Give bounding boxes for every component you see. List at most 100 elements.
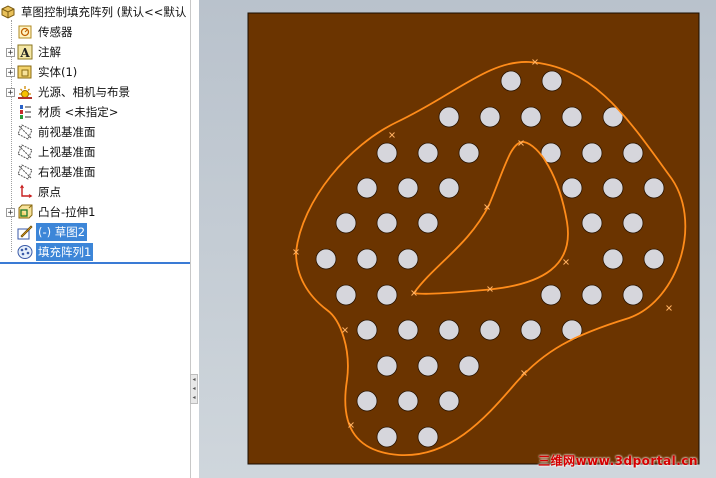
plate-face[interactable] bbox=[247, 12, 700, 465]
tree-item-right-plane[interactable]: 右视基准面 bbox=[6, 162, 190, 182]
grip-dot-icon: ◂ bbox=[192, 385, 196, 392]
rollback-bar[interactable] bbox=[0, 262, 190, 264]
pattern-hole[interactable] bbox=[417, 142, 439, 164]
pattern-hole[interactable] bbox=[356, 248, 378, 270]
tree-item-annotations[interactable]: + A 注解 bbox=[6, 42, 190, 62]
tree-item-label: 原点 bbox=[38, 185, 61, 199]
pattern-hole[interactable] bbox=[417, 212, 439, 234]
svg-text:A: A bbox=[19, 46, 30, 60]
pattern-hole[interactable] bbox=[438, 319, 460, 341]
pattern-hole[interactable] bbox=[561, 106, 583, 128]
pattern-hole[interactable] bbox=[643, 248, 665, 270]
tree-item-sketch2[interactable]: (-) 草图2 bbox=[6, 222, 190, 242]
pattern-hole[interactable] bbox=[335, 284, 357, 306]
tree-item-fill-pattern[interactable]: 填充阵列1 bbox=[6, 242, 190, 262]
pattern-hole[interactable] bbox=[479, 319, 501, 341]
pattern-hole[interactable] bbox=[315, 248, 337, 270]
tree-item-solid-bodies[interactable]: + 实体(1) bbox=[6, 62, 190, 82]
tree-item-label: 前视基准面 bbox=[38, 125, 96, 139]
pattern-hole[interactable] bbox=[602, 177, 624, 199]
model-view[interactable] bbox=[199, 0, 716, 478]
pattern-hole[interactable] bbox=[500, 70, 522, 92]
material-icon bbox=[17, 104, 33, 120]
pattern-hole[interactable] bbox=[622, 212, 644, 234]
extrude-icon bbox=[17, 204, 33, 220]
pattern-hole[interactable] bbox=[376, 426, 398, 448]
pattern-hole[interactable] bbox=[376, 142, 398, 164]
tree-item-origin[interactable]: 原点 bbox=[6, 182, 190, 202]
pattern-hole[interactable] bbox=[602, 248, 624, 270]
plane-icon bbox=[17, 164, 33, 180]
pattern-hole[interactable] bbox=[376, 284, 398, 306]
plane-icon bbox=[17, 144, 33, 160]
pattern-hole[interactable] bbox=[356, 390, 378, 412]
expand-toggle[interactable]: + bbox=[6, 67, 15, 77]
tree-root-label: 草图控制填充阵列 (默认<<默认 bbox=[21, 5, 187, 19]
pattern-hole[interactable] bbox=[458, 142, 480, 164]
panel-splitter-handle[interactable]: ◂ ◂ ◂ bbox=[190, 374, 198, 404]
expand-toggle[interactable]: + bbox=[6, 207, 15, 217]
pattern-hole[interactable] bbox=[356, 319, 378, 341]
pattern-hole[interactable] bbox=[417, 426, 439, 448]
pattern-hole[interactable] bbox=[581, 212, 603, 234]
plane-icon bbox=[17, 124, 33, 140]
pattern-hole[interactable] bbox=[581, 142, 603, 164]
tree-item-label: 实体(1) bbox=[38, 65, 78, 79]
tree-item-label: 填充阵列1 bbox=[36, 243, 94, 261]
expand-toggle[interactable]: + bbox=[6, 47, 15, 57]
tree-item-label: 材质 <未指定> bbox=[38, 105, 119, 119]
pattern-hole[interactable] bbox=[356, 177, 378, 199]
sketch-icon bbox=[17, 224, 33, 240]
tree-item-label: (-) 草图2 bbox=[36, 223, 88, 241]
tree-item-label: 传感器 bbox=[38, 25, 73, 39]
pattern-hole[interactable] bbox=[581, 284, 603, 306]
tree-item-label: 上视基准面 bbox=[38, 145, 96, 159]
pattern-hole[interactable] bbox=[438, 106, 460, 128]
tree-item-top-plane[interactable]: 上视基准面 bbox=[6, 142, 190, 162]
tree-item-label: 光源、相机与布景 bbox=[38, 85, 130, 99]
pattern-hole[interactable] bbox=[520, 106, 542, 128]
pattern-hole[interactable] bbox=[376, 212, 398, 234]
pattern-hole[interactable] bbox=[438, 390, 460, 412]
tree-root-part[interactable]: 草图控制填充阵列 (默认<<默认 bbox=[0, 2, 190, 22]
solid-body-icon bbox=[17, 64, 33, 80]
watermark-logo: 三维网www.3dportal.cn bbox=[538, 454, 698, 468]
pattern-hole[interactable] bbox=[458, 355, 480, 377]
tree-item-front-plane[interactable]: 前视基准面 bbox=[6, 122, 190, 142]
fill-pattern-icon bbox=[17, 244, 33, 260]
pattern-hole[interactable] bbox=[540, 284, 562, 306]
tree-item-boss-extrude[interactable]: + 凸台-拉伸1 bbox=[6, 202, 190, 222]
pattern-hole[interactable] bbox=[335, 212, 357, 234]
pattern-hole[interactable] bbox=[602, 106, 624, 128]
tree-item-material[interactable]: 材质 <未指定> bbox=[6, 102, 190, 122]
origin-icon bbox=[17, 184, 33, 200]
pattern-hole[interactable] bbox=[541, 70, 563, 92]
graphics-viewport[interactable]: 三维网www.3dportal.cn bbox=[199, 0, 716, 478]
tree-item-lights-cameras[interactable]: + 光源、相机与布景 bbox=[6, 82, 190, 102]
lights-camera-icon bbox=[17, 84, 33, 100]
pattern-hole[interactable] bbox=[643, 177, 665, 199]
expand-toggle[interactable]: + bbox=[6, 87, 15, 97]
tree-item-sensors[interactable]: 传感器 bbox=[6, 22, 190, 42]
tree-item-label: 凸台-拉伸1 bbox=[38, 205, 96, 219]
pattern-hole[interactable] bbox=[397, 177, 419, 199]
pattern-hole[interactable] bbox=[397, 248, 419, 270]
grip-dot-icon: ◂ bbox=[192, 394, 196, 401]
pattern-hole[interactable] bbox=[479, 106, 501, 128]
pattern-hole[interactable] bbox=[438, 177, 460, 199]
pattern-hole[interactable] bbox=[622, 142, 644, 164]
pattern-hole[interactable] bbox=[561, 177, 583, 199]
part-icon bbox=[0, 4, 16, 20]
pattern-hole[interactable] bbox=[520, 319, 542, 341]
pattern-hole[interactable] bbox=[397, 390, 419, 412]
sensor-icon bbox=[17, 24, 33, 40]
tree-item-label: 注解 bbox=[38, 45, 61, 59]
pattern-hole[interactable] bbox=[376, 355, 398, 377]
tree-item-label: 右视基准面 bbox=[38, 165, 96, 179]
pattern-hole[interactable] bbox=[622, 284, 644, 306]
grip-dot-icon: ◂ bbox=[192, 376, 196, 383]
pattern-hole[interactable] bbox=[417, 355, 439, 377]
pattern-hole[interactable] bbox=[397, 319, 419, 341]
annotation-icon: A bbox=[17, 44, 33, 60]
feature-manager-tree: 草图控制填充阵列 (默认<<默认 传感器 + A 注解 + 实体(1) + 光源… bbox=[0, 0, 191, 478]
